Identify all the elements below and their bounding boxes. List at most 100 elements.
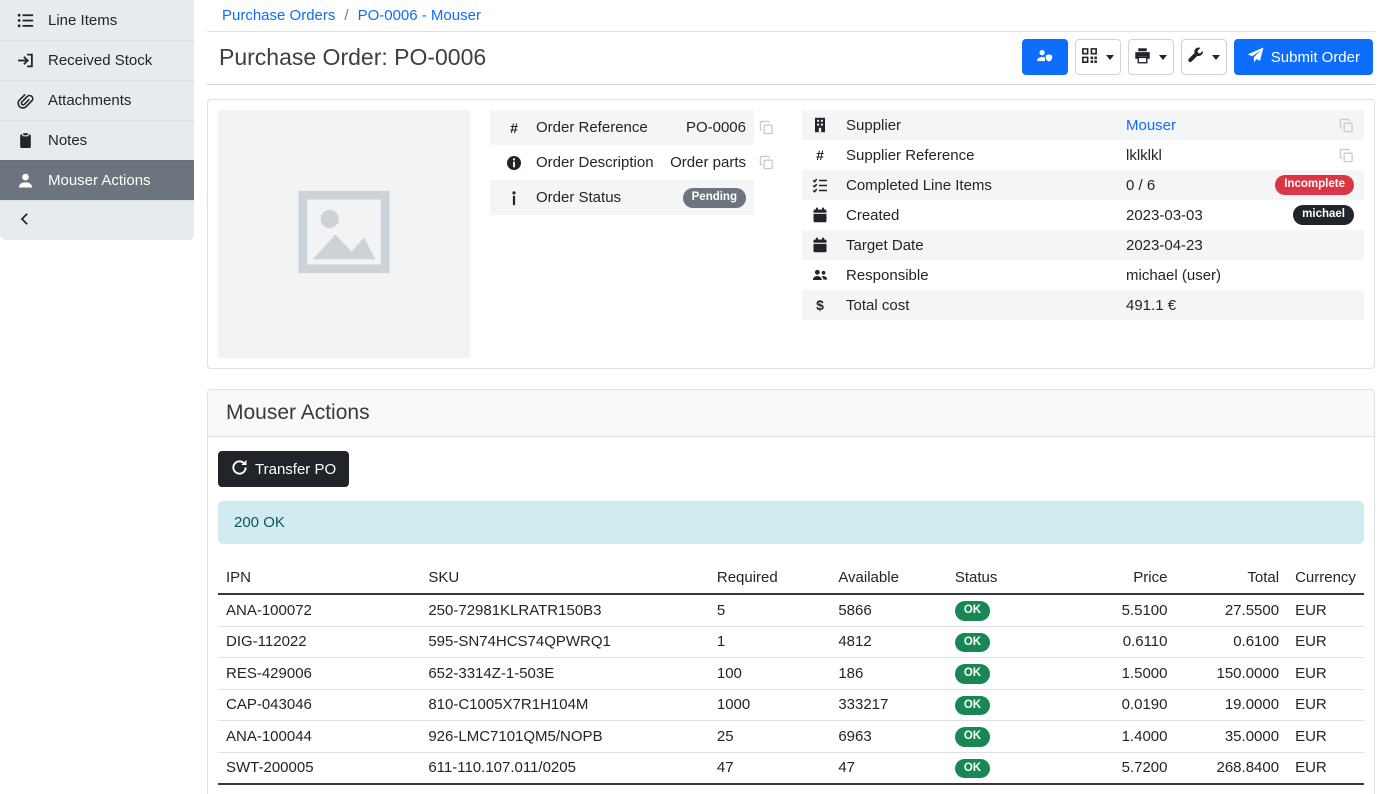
- detail-row-responsible: Responsible michael (user): [802, 260, 1364, 290]
- sidebar-item-label: Attachments: [48, 92, 131, 109]
- order-summary-table: # Order Reference PO-0006 Order Descript…: [490, 110, 778, 358]
- info-icon: [504, 190, 524, 206]
- copy-icon[interactable]: [759, 120, 774, 135]
- sidebar-item-attachments[interactable]: Attachments: [0, 80, 194, 120]
- table-row: DIG-112022 595-SN74HCS74QPWRQ1 1 4812 OK…: [218, 626, 1364, 658]
- chevron-down-icon: [1106, 55, 1114, 60]
- detail-row-order-description: Order Description Order parts: [490, 145, 778, 180]
- breadcrumb-purchase-orders[interactable]: Purchase Orders: [222, 7, 335, 24]
- table-row: SWT-200005 611-110.107.011/0205 47 47 OK…: [218, 752, 1364, 784]
- main-content: Purchase Orders / PO-0006 - Mouser Purch…: [194, 0, 1383, 794]
- calendar-icon: [810, 237, 830, 253]
- status-badge: OK: [955, 664, 990, 684]
- order-details-card: # Order Reference PO-0006 Order Descript…: [207, 99, 1375, 369]
- detail-row-supplier-reference: # Supplier Reference lklklkl: [802, 140, 1364, 170]
- sidebar: Line Items Received Stock Attachments No…: [0, 0, 194, 240]
- column-header-ipn: IPN: [218, 562, 420, 594]
- submit-order-label: Submit Order: [1271, 49, 1360, 66]
- detail-row-order-reference: # Order Reference PO-0006: [490, 110, 778, 145]
- order-thumbnail[interactable]: [218, 110, 470, 358]
- column-header-required: Required: [709, 562, 830, 594]
- info-circle-icon: [504, 155, 524, 171]
- hash-icon: #: [810, 147, 830, 163]
- sidebar-item-label: Line Items: [48, 12, 117, 29]
- submit-order-button[interactable]: Submit Order: [1234, 39, 1373, 75]
- table-row: ANA-100044 926-LMC7101QM5/NOPB 25 6963 O…: [218, 721, 1364, 753]
- user-shield-icon: [1036, 47, 1053, 68]
- detail-row-total-cost: $ Total cost 491.1 €: [802, 290, 1364, 320]
- qrcode-icon: [1081, 47, 1098, 68]
- print-actions-button[interactable]: [1128, 39, 1174, 75]
- status-alert: 200 OK: [218, 501, 1364, 544]
- column-header-total: Total: [1175, 562, 1287, 594]
- refresh-icon: [231, 459, 248, 480]
- sidebar-item-mouser-actions[interactable]: Mouser Actions: [0, 160, 194, 200]
- transfer-po-button[interactable]: Transfer PO: [218, 451, 349, 487]
- hash-icon: #: [504, 120, 524, 136]
- table-row: CAP-043046 810-C1005X7R1H104M 1000 33321…: [218, 689, 1364, 721]
- list-check-icon: [810, 177, 830, 193]
- sidebar-item-label: Notes: [48, 132, 87, 149]
- dollar-icon: $: [810, 297, 830, 313]
- mouser-actions-panel: Mouser Actions Transfer PO 200 OK: [207, 389, 1375, 794]
- detail-row-target-date: Target Date 2023-04-23: [802, 230, 1364, 260]
- chevron-left-icon: [18, 212, 32, 230]
- status-badge: OK: [955, 696, 990, 716]
- detail-row-created: Created 2023-03-03 michael: [802, 200, 1364, 230]
- breadcrumb-separator: /: [344, 7, 348, 24]
- copy-icon[interactable]: [1339, 118, 1354, 133]
- users-icon: [810, 267, 830, 283]
- user-icon: [16, 172, 34, 190]
- table-footer-row: Total 501.0000: [218, 784, 1364, 794]
- status-badge: OK: [955, 633, 990, 653]
- chevron-down-icon: [1159, 55, 1167, 60]
- sign-in-icon: [16, 52, 34, 70]
- supplier-details-table: Supplier Mouser # Supplier Reference lkl…: [802, 110, 1364, 358]
- tools-icon: [1187, 47, 1204, 68]
- column-header-status: Status: [947, 562, 1056, 594]
- list-icon: [16, 11, 34, 29]
- sidebar-item-line-items[interactable]: Line Items: [0, 0, 194, 40]
- calendar-icon: [810, 207, 830, 223]
- owner-badge: michael: [1293, 205, 1354, 225]
- page-header: Purchase Order: PO-0006: [207, 32, 1375, 85]
- total-label: Total: [218, 784, 420, 794]
- printer-icon: [1134, 47, 1151, 68]
- copy-icon[interactable]: [1339, 148, 1354, 163]
- header-actions: Submit Order: [1022, 39, 1373, 75]
- incomplete-badge: Incomplete: [1275, 175, 1354, 195]
- detail-row-supplier: Supplier Mouser: [802, 110, 1364, 140]
- total-value: 501.0000: [1175, 784, 1287, 794]
- sidebar-item-notes[interactable]: Notes: [0, 120, 194, 160]
- building-icon: [810, 117, 830, 133]
- transfer-po-label: Transfer PO: [255, 461, 336, 478]
- sidebar-item-label: Mouser Actions: [48, 172, 151, 189]
- detail-row-completed-line-items: Completed Line Items 0 / 6 Incomplete: [802, 170, 1364, 200]
- column-header-available: Available: [830, 562, 947, 594]
- breadcrumb: Purchase Orders / PO-0006 - Mouser: [207, 0, 1375, 32]
- table-row: ANA-100072 250-72981KLRATR150B3 5 5866 O…: [218, 594, 1364, 626]
- order-actions-button[interactable]: [1181, 39, 1227, 75]
- sidebar-item-received-stock[interactable]: Received Stock: [0, 40, 194, 80]
- column-header-price: Price: [1056, 562, 1175, 594]
- sidebar-item-label: Received Stock: [48, 52, 152, 69]
- clipboard-icon: [16, 132, 34, 150]
- status-badge: OK: [955, 759, 990, 779]
- barcode-actions-button[interactable]: [1075, 39, 1121, 75]
- mouser-order-table: IPN SKU Required Available Status Price …: [218, 562, 1364, 794]
- page-title: Purchase Order: PO-0006: [219, 44, 486, 71]
- breadcrumb-current-order[interactable]: PO-0006 - Mouser: [358, 7, 481, 24]
- table-header-row: IPN SKU Required Available Status Price …: [218, 562, 1364, 594]
- panel-body: Transfer PO 200 OK IPN SKU Required Avai…: [208, 437, 1374, 794]
- status-badge: OK: [955, 727, 990, 747]
- image-placeholder-icon: [285, 180, 403, 288]
- table-row: RES-429006 652-3314Z-1-503E 100 186 OK 1…: [218, 658, 1364, 690]
- paperclip-icon: [16, 92, 34, 110]
- order-status-badge: Pending: [683, 188, 746, 208]
- sidebar-collapse-button[interactable]: [0, 200, 194, 240]
- status-badge: OK: [955, 601, 990, 621]
- supplier-link[interactable]: Mouser: [1126, 117, 1176, 134]
- copy-icon[interactable]: [759, 155, 774, 170]
- chevron-down-icon: [1212, 55, 1220, 60]
- scan-to-po-button[interactable]: [1022, 39, 1068, 75]
